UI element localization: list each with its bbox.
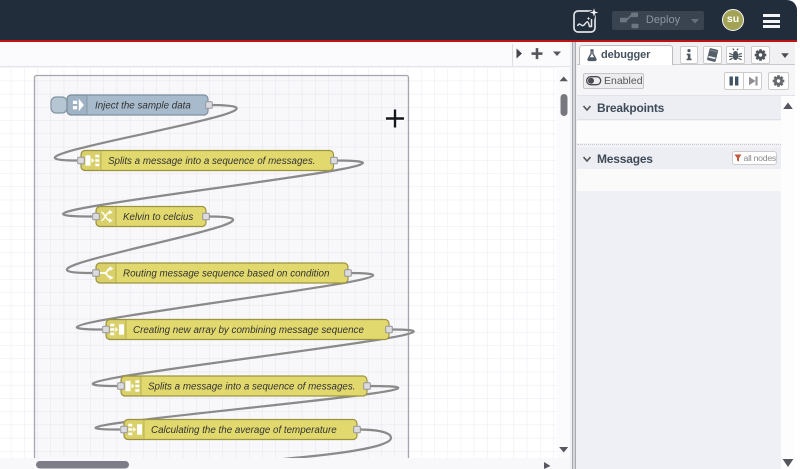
svg-text:Calculating the the average of: Calculating the the average of temperatu…	[151, 425, 337, 436]
svg-text:Inject the sample data: Inject the sample data	[95, 100, 191, 111]
svg-text:Routing message sequence based: Routing message sequence based on condit…	[123, 268, 329, 279]
svg-text:Kelvin to celcius: Kelvin to celcius	[123, 212, 193, 223]
svg-text:Splits a message into a sequen: Splits a message into a sequence of mess…	[108, 156, 316, 167]
svg-text:Splits a message into a sequen: Splits a message into a sequence of mess…	[148, 381, 356, 392]
svg-text:Creating new array by combinin: Creating new array by combining message …	[133, 325, 364, 336]
